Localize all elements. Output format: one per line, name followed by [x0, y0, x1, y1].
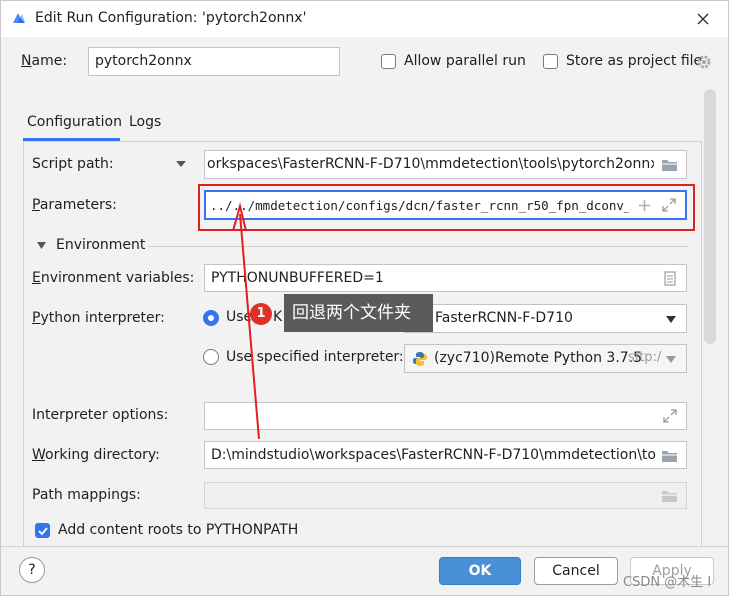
script-path-field[interactable]: orkspaces\FasterRCNN-F-D710\mmdetection\…: [204, 150, 687, 179]
chevron-down-icon[interactable]: [175, 159, 187, 169]
use-sdk-label-start: Use: [226, 309, 253, 325]
tab-configuration[interactable]: Configuration: [27, 114, 122, 130]
interpreter-options-label: Interpreter options:: [32, 407, 169, 423]
specified-interpreter-suffix: sftp:/: [628, 350, 662, 365]
cancel-button[interactable]: Cancel: [534, 557, 618, 585]
annotation-tooltip: 回退两个文件夹: [284, 294, 433, 332]
use-specified-interpreter-radio[interactable]: [203, 349, 219, 365]
folder-icon[interactable]: [661, 489, 678, 503]
working-directory-label-rest: orking directory:: [45, 447, 160, 463]
edit-run-config-dialog: Edit Run Configuration: 'pytorch2onnx' N…: [0, 0, 729, 596]
sdk-select[interactable]: FasterRCNN-F-D710: [404, 304, 687, 333]
tab-logs[interactable]: Logs: [129, 114, 161, 130]
store-project-file-label: Store as project file: [566, 53, 703, 69]
python-interpreter-label: Python interpreter:: [32, 310, 165, 326]
python-icon: [413, 352, 427, 366]
app-logo-icon: [13, 13, 25, 23]
environment-section-title: Environment: [56, 237, 146, 253]
use-sdk-radio[interactable]: [203, 310, 219, 326]
ok-button[interactable]: OK: [439, 557, 521, 585]
parameters-label-rest: arameters:: [39, 197, 117, 213]
add-content-roots-checkbox[interactable]: [35, 523, 50, 538]
allow-parallel-label: Allow parallel run: [404, 53, 526, 69]
folder-icon[interactable]: [661, 449, 678, 463]
script-path-value: orkspaces\FasterRCNN-F-D710\mmdetection\…: [207, 156, 681, 172]
allow-parallel-checkbox[interactable]: [381, 54, 396, 69]
env-vars-value: PYTHONUNBUFFERED=1: [211, 270, 384, 286]
sdk-value: FasterRCNN-F-D710: [435, 310, 573, 326]
path-mappings-field[interactable]: [204, 482, 687, 509]
name-label-rest: ame:: [31, 53, 68, 69]
environment-separator: [148, 246, 688, 247]
interpreter-options-field[interactable]: [204, 402, 687, 430]
path-mappings-label: Path mappings:: [32, 487, 141, 503]
title-bar: Edit Run Configuration: 'pytorch2onnx': [1, 1, 728, 37]
expand-icon[interactable]: [663, 409, 677, 423]
env-vars-field[interactable]: PYTHONUNBUFFERED=1: [204, 264, 687, 292]
annotation-highlight-box: [198, 184, 695, 231]
store-project-file-checkbox[interactable]: [543, 54, 558, 69]
working-directory-label: Working directory:: [32, 447, 160, 463]
env-vars-label-rest: nvironment variables:: [40, 270, 195, 286]
parameters-label: Parameters:: [32, 197, 117, 213]
add-content-roots-label: Add content roots to PYTHONPATH: [58, 522, 299, 538]
vertical-scrollbar[interactable]: [704, 89, 716, 344]
script-path-label: Script path:: [32, 156, 114, 172]
working-directory-value: D:\mindstudio\workspaces\FasterRCNN-F-D7…: [211, 447, 676, 463]
name-value: pytorch2onnx: [95, 53, 192, 69]
specified-interpreter-value: (zyc710)Remote Python 3.7.5: [434, 350, 643, 366]
name-field[interactable]: pytorch2onnx: [88, 47, 340, 76]
working-directory-field[interactable]: D:\mindstudio\workspaces\FasterRCNN-F-D7…: [204, 441, 687, 469]
use-specified-interpreter-label: Use specified interpreter:: [226, 349, 404, 365]
collapse-triangle-icon[interactable]: [36, 241, 47, 250]
gear-icon[interactable]: [696, 54, 712, 70]
csdn-watermark: CSDN @木生 I: [623, 575, 712, 590]
close-icon[interactable]: [693, 9, 713, 29]
folder-icon[interactable]: [661, 158, 678, 172]
chevron-down-icon[interactable]: [665, 355, 677, 364]
footer-separator: [1, 546, 728, 547]
chevron-down-icon[interactable]: [665, 315, 677, 324]
annotation-badge: 1: [250, 303, 272, 325]
specified-interpreter-select[interactable]: (zyc710)Remote Python 3.7.5 sftp:/: [404, 344, 687, 373]
window-title: Edit Run Configuration: 'pytorch2onnx': [35, 10, 307, 26]
env-vars-label: Environment variables:: [32, 270, 195, 286]
name-label: Name:: [21, 53, 68, 69]
python-interpreter-label-rest: ython interpreter:: [40, 310, 165, 326]
help-button[interactable]: ?: [19, 557, 45, 583]
document-icon[interactable]: [664, 271, 676, 286]
checkmark-icon: [38, 527, 48, 536]
